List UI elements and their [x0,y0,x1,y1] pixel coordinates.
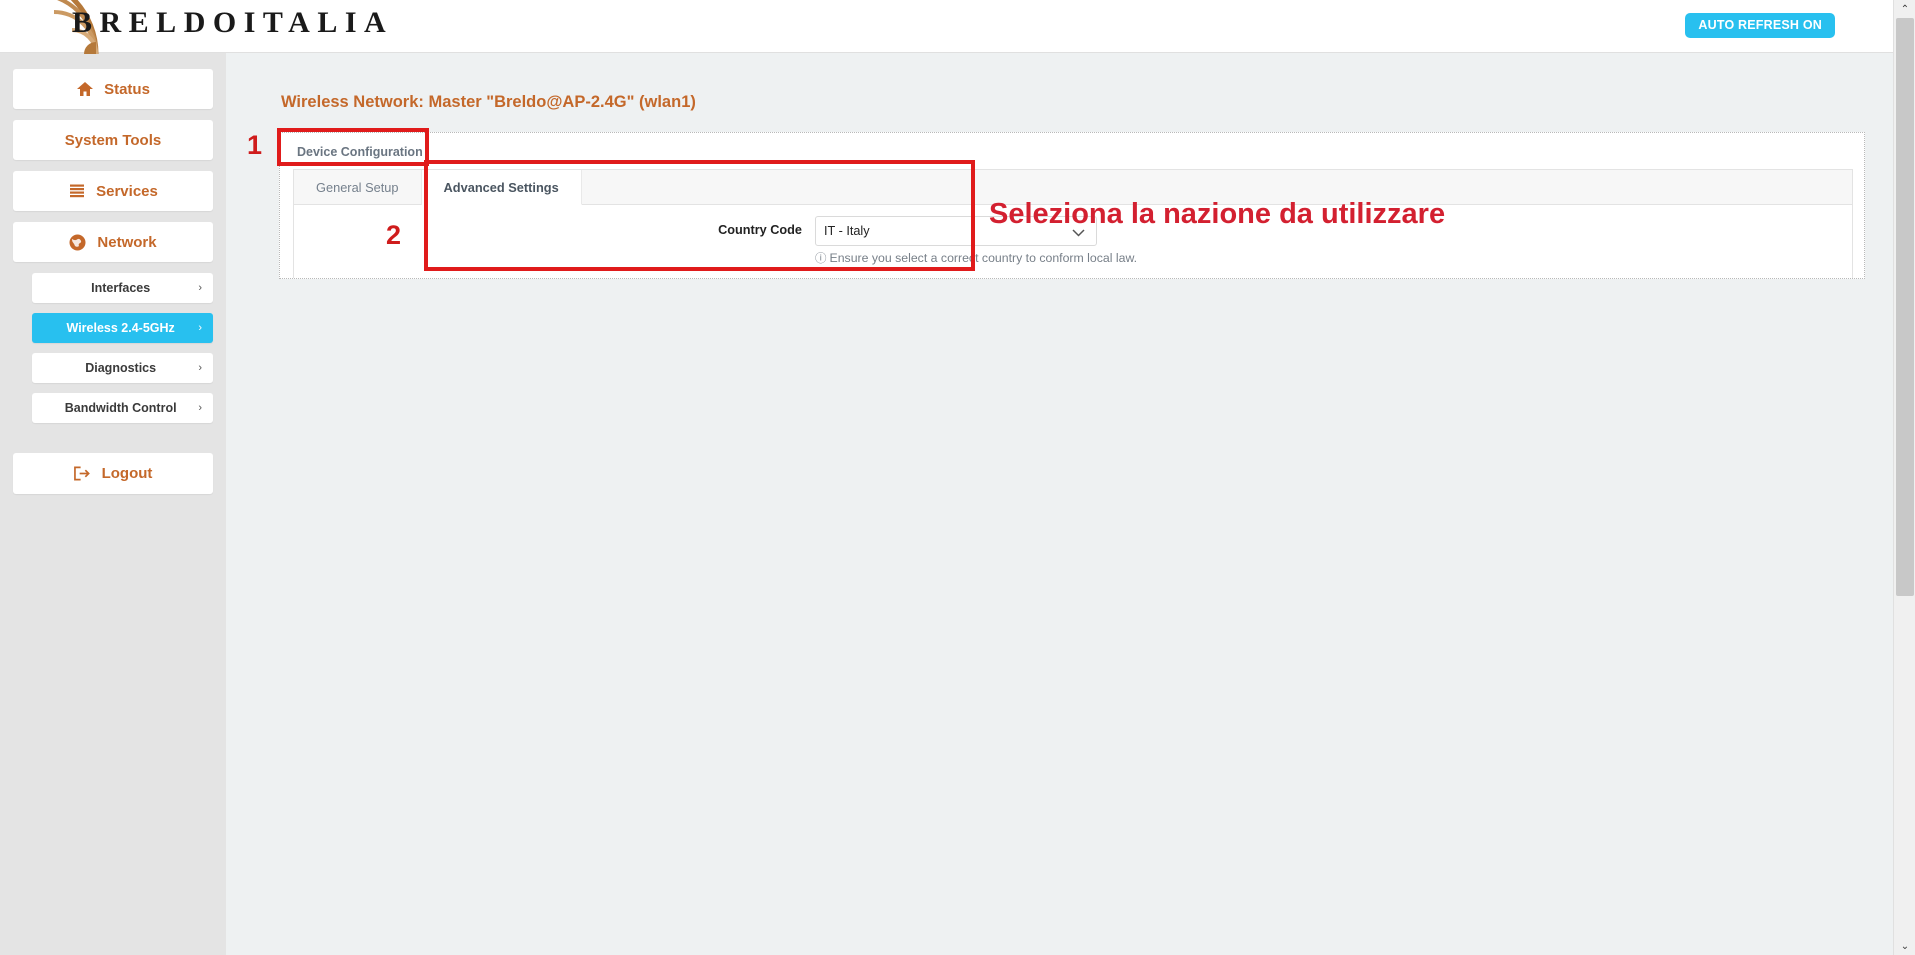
sidebar-item-diagnostics[interactable]: Diagnostics › [32,353,213,383]
sidebar-item-label-diagnostics: Diagnostics [85,361,157,375]
sidebar-item-label-system-tools: System Tools [64,131,162,149]
chevron-right-icon: › [198,361,202,374]
annotation-callout-text: Seleziona la nazione da utilizzare [989,198,1446,230]
sidebar-item-network[interactable]: Network [13,222,213,262]
chevron-right-icon: › [198,321,202,334]
sidebar-item-label-status: Status [104,80,150,98]
annotation-number-1: 1 [247,130,263,160]
sidebar-item-system-tools[interactable]: System Tools [13,120,213,160]
home-icon [76,81,93,98]
sidebar-item-interfaces[interactable]: Interfaces › [32,273,213,303]
sidebar-item-logout[interactable]: Logout [13,453,213,494]
tab-general-setup[interactable]: General Setup [294,170,422,205]
logo-underline [73,44,458,46]
list-bars-icon [68,183,85,200]
sidebar-item-bandwidth-control[interactable]: Bandwidth Control › [32,393,213,423]
sidebar-item-label-services: Services [96,182,158,200]
country-code-label: Country Code [718,223,802,237]
chevron-right-icon: › [198,281,202,294]
scroll-up-arrow-icon[interactable]: ⌃ [1894,0,1915,18]
sidebar-item-services[interactable]: Services [13,171,213,211]
scroll-down-arrow-icon[interactable]: ⌄ [1894,937,1915,955]
sidebar-item-label-wireless: Wireless 2.4-5GHz [66,321,175,335]
sidebar-item-wireless[interactable]: Wireless 2.4-5GHz › [32,313,213,343]
brand-name: BRELDOITALIA [72,6,394,39]
info-circle-icon: ⓘ [815,253,827,265]
scrollbar-thumb[interactable] [1896,18,1914,596]
sidebar-item-label-network: Network [97,233,157,251]
auto-refresh-button[interactable]: AUTO REFRESH ON [1685,13,1835,38]
country-code-help-label: Ensure you select a correct country to c… [829,251,1138,265]
sidebar: Status System Tools Services Network Int… [0,53,226,955]
main-content: Wireless Network: Master "Breldo@AP-2.4G… [226,53,1893,955]
logout-arrow-icon [73,465,91,482]
brand-logo: BRELDOITALIA [0,0,470,54]
chevron-right-icon: › [198,401,202,414]
sidebar-item-label-logout: Logout [101,465,153,482]
page-title: Wireless Network: Master "Breldo@AP-2.4G… [281,93,696,111]
vertical-scrollbar[interactable]: ⌃ ⌄ [1893,0,1915,955]
sidebar-item-label-bandwidth-control: Bandwidth Control [64,401,177,415]
tab-advanced-settings[interactable]: Advanced Settings [421,170,582,205]
sidebar-item-status[interactable]: Status [13,69,213,109]
tab-device-configuration[interactable]: Device Configuration [281,134,439,169]
sidebar-item-label-interfaces: Interfaces [91,281,151,295]
country-code-help-text: ⓘ Ensure you select a correct country to … [815,250,1137,266]
annotation-number-2: 2 [386,220,402,250]
app-header: BRELDOITALIA AUTO REFRESH ON [0,0,1893,54]
globe-icon [69,234,86,251]
